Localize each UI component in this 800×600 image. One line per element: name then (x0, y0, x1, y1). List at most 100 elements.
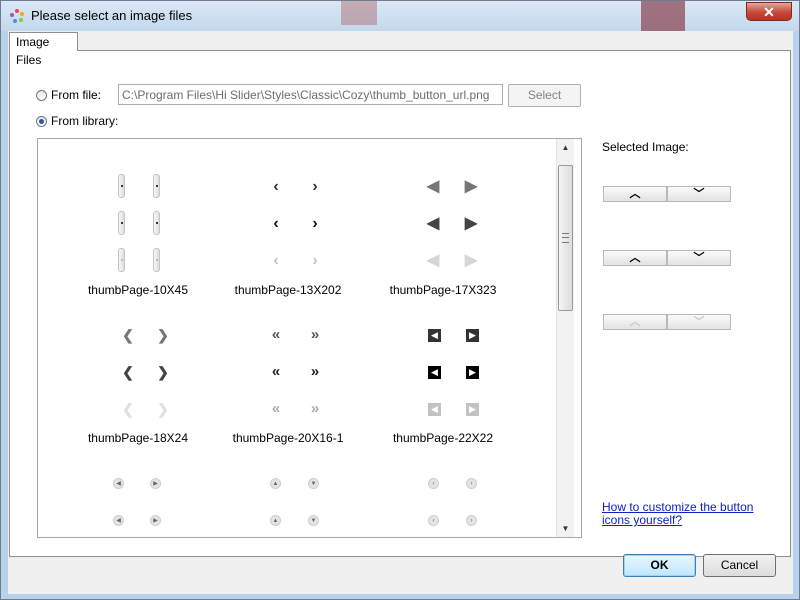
left-triangle-icon: ◀ (426, 215, 440, 232)
selected-image-preview-disabled: ︿ ﹀ (603, 314, 731, 330)
left-triangle-icon: ◀ (426, 252, 440, 269)
select-button[interactable]: Select (508, 84, 581, 107)
library-item[interactable]: ‹ › ‹ › (368, 470, 518, 537)
close-button[interactable]: ✕ (746, 2, 792, 21)
library-item-label: thumbPage-20X16-1 (232, 431, 344, 445)
cancel-button[interactable]: Cancel (703, 554, 776, 577)
library-item-label: thumbPage-10X45 (87, 283, 189, 297)
down-circle-icon: ▼ (308, 515, 319, 526)
right-chevron-icon: › (312, 178, 318, 195)
library-item-17x323[interactable]: ◀ ▶ ◀ ▶ ◀ ▶ thumbPage-17X323 (368, 174, 518, 304)
dialog-window: Please select an image files ✕ Image Fil… (0, 0, 800, 600)
left-circle-icon: ‹ (428, 515, 439, 526)
right-arrow-icon (153, 211, 160, 235)
right-triangle-icon: ▶ (464, 215, 478, 232)
left-chevron-icon: ‹ (273, 252, 279, 269)
library-item[interactable]: ▲ ▼ ▲ ▼ (213, 470, 363, 537)
tab-page: From file: Select From library: thumbPag… (9, 50, 791, 557)
left-square-icon: ◀ (428, 329, 441, 342)
up-circle-icon: ▲ (270, 515, 281, 526)
scroll-down-icon[interactable]: ▼ (557, 520, 574, 537)
title-background-deco (641, 1, 685, 31)
double-right-icon: » (310, 363, 320, 380)
library-item-label: thumbPage-22X22 (392, 431, 494, 445)
library-scrollbar[interactable]: ▲ ▼ (556, 139, 574, 537)
preview-up-icon: ︿ (603, 186, 667, 202)
selected-image-preview: ︿ ﹀ (603, 186, 731, 202)
up-circle-icon: ▲ (270, 478, 281, 489)
preview-up-icon: ︿ (603, 250, 667, 266)
selected-image-label: Selected Image: (602, 140, 689, 154)
preview-down-icon: ﹀ (667, 186, 731, 202)
double-left-icon: « (271, 326, 281, 343)
from-file-radio[interactable] (36, 89, 47, 101)
left-circle-icon: ◀ (113, 515, 124, 526)
right-circle-icon: › (466, 478, 477, 489)
preview-up-icon: ︿ (603, 314, 667, 330)
title-background-deco (341, 1, 377, 25)
ok-button[interactable]: OK (623, 554, 696, 577)
left-arrow-icon (118, 248, 125, 272)
right-arrow-icon (153, 174, 160, 198)
grip-icon (562, 233, 569, 243)
from-file-option[interactable]: From file: (36, 88, 101, 102)
right-arrow-icon: ❯ (157, 327, 169, 343)
library-item[interactable]: ◀ ▶ ◀ ▶ (63, 470, 213, 537)
right-circle-icon: ▶ (150, 478, 161, 489)
left-triangle-icon: ◀ (426, 178, 440, 195)
right-square-icon: ▶ (466, 329, 479, 342)
help-link[interactable]: How to customize the button icons yourse… (602, 501, 777, 527)
left-arrow-icon: ❮ (122, 327, 134, 343)
from-file-label: From file: (51, 88, 102, 102)
selected-image-preview-hover: ︿ ﹀ (603, 250, 731, 266)
file-path-field[interactable] (118, 84, 503, 105)
title-bar: Please select an image files ✕ (1, 1, 799, 31)
preview-down-icon: ﹀ (667, 314, 731, 330)
from-library-radio[interactable] (36, 115, 47, 127)
right-chevron-icon: › (312, 252, 318, 269)
left-circle-icon: ◀ (113, 478, 124, 489)
right-arrow-icon (153, 248, 160, 272)
library-panel: thumbPage-10X45 ‹ › ‹ › ‹ › thumbPage-13… (37, 138, 582, 538)
right-circle-icon: ▶ (150, 515, 161, 526)
right-triangle-icon: ▶ (464, 252, 478, 269)
left-arrow-icon: ❮ (122, 401, 134, 417)
scroll-thumb[interactable] (558, 165, 573, 311)
left-chevron-icon: ‹ (273, 178, 279, 195)
app-icon (10, 9, 24, 23)
dialog-body: Image Files From file: Select From libra… (8, 31, 793, 594)
right-circle-icon: › (466, 515, 477, 526)
double-right-icon: » (310, 400, 320, 417)
window-title: Please select an image files (31, 8, 193, 23)
library-item-18x24[interactable]: ❮ ❯ ❮ ❯ ❮ ❯ thumbPage-18X24 (63, 322, 213, 452)
left-square-icon: ◀ (428, 403, 441, 416)
library-item-22x22[interactable]: ◀ ▶ ◀ ▶ ◀ ▶ thumbPage-22X22 (368, 322, 518, 452)
library-item-20x16-1[interactable]: « » « » « » thumbPage-20X16-1 (213, 322, 363, 452)
left-square-icon: ◀ (428, 366, 441, 379)
double-right-icon: » (310, 326, 320, 343)
left-arrow-icon (118, 211, 125, 235)
library-item-10x45[interactable]: thumbPage-10X45 (63, 174, 213, 304)
preview-down-icon: ﹀ (667, 250, 731, 266)
right-arrow-icon: ❯ (157, 364, 169, 380)
right-square-icon: ▶ (466, 403, 479, 416)
down-circle-icon: ▼ (308, 478, 319, 489)
library-item-label: thumbPage-18X24 (87, 431, 189, 445)
scroll-up-icon[interactable]: ▲ (557, 139, 574, 156)
right-arrow-icon: ❯ (157, 401, 169, 417)
from-library-option[interactable]: From library: (36, 114, 118, 128)
right-square-icon: ▶ (466, 366, 479, 379)
left-arrow-icon (118, 174, 125, 198)
left-chevron-icon: ‹ (273, 215, 279, 232)
right-chevron-icon: › (312, 215, 318, 232)
library-item-label: thumbPage-13X202 (234, 283, 342, 297)
double-left-icon: « (271, 400, 281, 417)
tab-image-files[interactable]: Image Files (9, 32, 78, 67)
right-triangle-icon: ▶ (464, 178, 478, 195)
double-left-icon: « (271, 363, 281, 380)
library-item-label: thumbPage-17X323 (389, 283, 497, 297)
library-item-13x202[interactable]: ‹ › ‹ › ‹ › thumbPage-13X202 (213, 174, 363, 304)
from-library-label: From library: (51, 114, 119, 128)
left-arrow-icon: ❮ (122, 364, 134, 380)
left-circle-icon: ‹ (428, 478, 439, 489)
